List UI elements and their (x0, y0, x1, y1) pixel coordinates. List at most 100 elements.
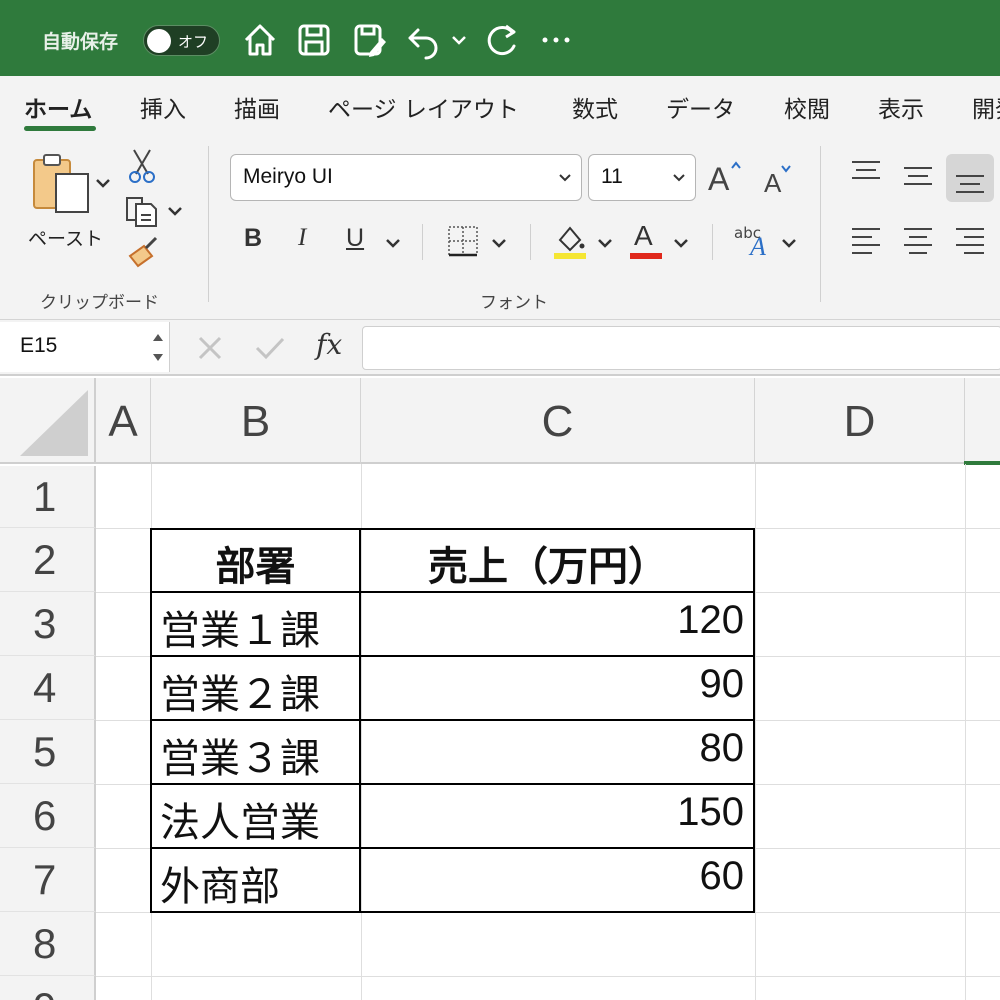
font-color-button[interactable]: A (628, 220, 664, 260)
separator (712, 224, 713, 260)
cell-b2-header[interactable]: 部署 (152, 534, 359, 592)
name-box[interactable]: E15 (0, 322, 170, 372)
save-as-icon[interactable] (352, 20, 388, 60)
row-header-1[interactable]: 1 (0, 466, 96, 528)
decrease-font-size-icon[interactable]: A (762, 160, 798, 198)
formula-input[interactable] (362, 326, 1000, 370)
name-box-stepper-icon[interactable] (150, 328, 166, 366)
paste-label[interactable]: ペースト (28, 224, 103, 251)
spreadsheet-grid: A B C D 1 2 3 4 5 6 7 8 9 部署 売上（万円） 営業１課… (0, 378, 1000, 1000)
cell-b5[interactable]: 営業３課 (160, 726, 320, 784)
row-header-7[interactable]: 7 (0, 848, 96, 912)
row-header-5[interactable]: 5 (0, 720, 96, 784)
redo-icon[interactable] (484, 20, 520, 60)
column-header-b[interactable]: B (151, 378, 361, 464)
title-bar: 自動保存 オフ (0, 0, 1000, 76)
cell-c3[interactable]: 120 (362, 598, 744, 643)
tab-view[interactable]: 表示 (878, 90, 924, 124)
copy-icon[interactable] (124, 194, 160, 228)
align-middle-icon[interactable] (900, 162, 936, 192)
phonetic-guide-button[interactable]: abc A (734, 224, 774, 264)
cell-c7[interactable]: 60 (362, 854, 745, 899)
row-header-4[interactable]: 4 (0, 656, 96, 720)
separator (422, 224, 423, 260)
tab-developer[interactable]: 開発 (972, 90, 1000, 124)
cell-c4[interactable]: 90 (362, 662, 745, 707)
cell-c5[interactable]: 80 (362, 726, 745, 771)
cell-c2-header[interactable]: 売上（万円） (362, 534, 754, 592)
group-divider (208, 146, 209, 302)
font-name-value: Meiryo UI (243, 165, 333, 188)
align-top-icon[interactable] (848, 158, 884, 188)
undo-dropdown-chevron-icon[interactable] (448, 20, 470, 60)
insert-function-button[interactable]: fx (316, 328, 342, 361)
phonetic-guide-letter: A (750, 232, 766, 261)
phonetic-dropdown-chevron-icon[interactable] (780, 232, 798, 254)
undo-icon[interactable] (406, 20, 442, 60)
copy-dropdown-chevron-icon[interactable] (166, 200, 184, 222)
row-header-2[interactable]: 2 (0, 528, 96, 592)
cell-b4[interactable]: 営業２課 (160, 662, 320, 720)
save-icon[interactable] (296, 20, 332, 60)
tab-home[interactable]: ホーム (24, 90, 92, 124)
home-icon[interactable] (242, 20, 278, 60)
font-color-swatch (630, 253, 662, 259)
row-header-6[interactable]: 6 (0, 784, 96, 848)
gridline (965, 464, 966, 1000)
cell-c6[interactable]: 150 (362, 790, 744, 835)
borders-icon[interactable] (446, 224, 480, 258)
paste-icon[interactable] (30, 152, 92, 216)
underline-button[interactable]: U (346, 224, 364, 253)
cut-icon[interactable] (126, 148, 158, 184)
align-bottom-icon[interactable] (946, 154, 994, 202)
column-header-a[interactable]: A (96, 378, 151, 464)
tab-formulas[interactable]: 数式 (572, 90, 618, 124)
align-right-icon[interactable] (952, 224, 988, 258)
formula-bar: E15 fx (0, 320, 1000, 376)
column-header-d[interactable]: D (755, 378, 965, 464)
font-size-combobox[interactable]: 11 (588, 154, 696, 201)
autosave-toggle[interactable]: オフ (143, 25, 220, 56)
more-icon[interactable] (538, 20, 574, 60)
fill-color-dropdown-chevron-icon[interactable] (596, 232, 614, 254)
autosave-state: オフ (178, 33, 209, 51)
tab-insert[interactable]: 挿入 (140, 90, 186, 124)
cell-b3[interactable]: 営業１課 (160, 598, 320, 656)
column-header-c[interactable]: C (361, 378, 755, 464)
tab-page-layout[interactable]: ページ レイアウト (328, 90, 519, 124)
tab-draw[interactable]: 描画 (234, 90, 280, 124)
select-all-corner[interactable] (0, 378, 96, 464)
row-header-3[interactable]: 3 (0, 592, 96, 656)
name-box-value: E15 (20, 334, 58, 357)
borders-dropdown-chevron-icon[interactable] (490, 232, 508, 254)
align-center-icon[interactable] (900, 224, 936, 258)
confirm-icon[interactable] (254, 334, 286, 362)
fill-color-icon[interactable] (552, 222, 588, 260)
svg-text:A: A (764, 168, 782, 196)
clipboard-group-label: クリップボード (40, 293, 159, 313)
paste-dropdown-chevron-icon[interactable] (94, 172, 112, 194)
increase-font-size-icon[interactable]: A (706, 156, 746, 197)
underline-dropdown-chevron-icon[interactable] (384, 232, 402, 254)
svg-text:A: A (708, 161, 730, 196)
gridline (755, 464, 756, 1000)
italic-button[interactable]: I (298, 224, 306, 252)
gridline (96, 976, 1000, 977)
autosave-toggle-knob (147, 29, 171, 53)
font-name-combobox[interactable]: Meiryo UI (230, 154, 582, 201)
format-painter-icon[interactable] (126, 236, 160, 270)
tab-review[interactable]: 校閲 (784, 90, 830, 124)
selection-indicator (964, 461, 1000, 465)
align-left-icon[interactable] (848, 224, 884, 258)
tab-data[interactable]: データ (666, 90, 735, 124)
row-header-8[interactable]: 8 (0, 912, 96, 976)
row-header-9[interactable]: 9 (0, 976, 96, 1000)
font-group-label: フォント (480, 293, 548, 313)
font-color-dropdown-chevron-icon[interactable] (672, 232, 690, 254)
chevron-down-icon (557, 167, 573, 189)
cell-b6[interactable]: 法人営業 (160, 790, 320, 848)
cell-b7[interactable]: 外商部 (160, 854, 280, 912)
bold-button[interactable]: B (244, 224, 262, 253)
cancel-icon[interactable] (196, 334, 224, 362)
autosave-label: 自動保存 (42, 31, 119, 53)
